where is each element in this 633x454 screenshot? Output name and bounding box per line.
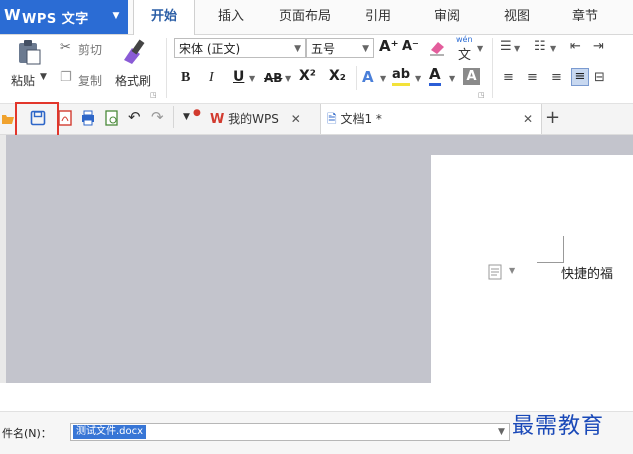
paintbrush-icon — [124, 39, 145, 64]
clipboard-icon — [19, 40, 41, 65]
chevron-down-icon[interactable]: ▼ — [477, 44, 483, 53]
pinyin-guide-label[interactable]: wén — [456, 35, 473, 44]
close-icon[interactable]: ✕ — [523, 104, 533, 134]
undo-icon[interactable]: ↶ — [128, 108, 141, 126]
tab-references[interactable]: 引用 — [356, 0, 400, 34]
chevron-down-icon[interactable]: ▼ — [249, 74, 255, 83]
bold-button[interactable]: B — [181, 70, 190, 86]
text-effect-button[interactable]: A — [362, 68, 374, 86]
chevron-down-icon[interactable]: ▼ — [509, 266, 515, 275]
chevron-down-icon[interactable]: ▼ — [380, 74, 386, 83]
chevron-down-icon[interactable]: ▼ — [550, 44, 556, 53]
wps-logo-icon: W — [4, 6, 21, 24]
filename-input[interactable]: 测试文件.docx — [70, 423, 510, 441]
align-right-icon[interactable]: ≡ — [551, 70, 562, 85]
distributed-align-icon[interactable]: ⊟ — [594, 70, 605, 85]
tab-chapter[interactable]: 章节 — [563, 0, 607, 34]
toolbar-divider — [173, 106, 174, 128]
bullet-list-icon[interactable]: ☰ — [500, 39, 512, 54]
eraser-icon — [430, 42, 444, 56]
tab-page-layout[interactable]: 页面布局 — [270, 0, 340, 34]
copy-icon: ❐ — [60, 70, 72, 85]
font-size-value: 五号 — [311, 42, 336, 56]
open-folder-icon[interactable] — [2, 112, 14, 124]
customize-toolbar-icon[interactable]: ▼ — [183, 112, 190, 122]
shrink-font-button[interactable]: A⁻ — [402, 39, 419, 54]
filename-label: 件名(N)： — [2, 427, 52, 440]
tab-start[interactable]: 开始 — [133, 0, 195, 35]
filename-selected-text: 测试文件.docx — [73, 425, 147, 439]
highlight-button[interactable]: ab — [392, 67, 411, 86]
doc-tab-label: 我的WPS — [228, 112, 279, 126]
pinyin-guide-icon[interactable]: 文 — [458, 44, 471, 63]
align-center-icon[interactable]: ≡ — [527, 70, 538, 85]
scissors-icon: ✂ — [60, 40, 71, 55]
paste-button[interactable] — [16, 38, 42, 66]
paste-dropdown-icon[interactable]: ▼ — [40, 72, 47, 82]
chevron-down-icon: ▼ — [294, 44, 301, 54]
watermark-logo: 最需教育 — [512, 414, 605, 439]
format-painter-button[interactable] — [118, 38, 148, 64]
redo-icon[interactable]: ↷ — [151, 108, 164, 126]
decrease-indent-icon[interactable]: ⇤ — [570, 39, 581, 54]
chevron-down-icon: ▼ — [362, 44, 369, 54]
font-size-select[interactable]: 五号 ▼ — [306, 38, 374, 58]
print-preview-icon[interactable] — [104, 110, 120, 126]
chevron-down-icon[interactable]: ▼ — [498, 427, 505, 437]
justify-icon[interactable]: ≡ — [571, 68, 589, 86]
export-pdf-icon[interactable] — [58, 110, 72, 126]
close-icon[interactable]: ✕ — [291, 112, 301, 126]
wps-w-icon: W — [210, 112, 225, 127]
tab-review[interactable]: 审阅 — [425, 0, 469, 34]
font-name-select[interactable]: 宋体 (正文) ▼ — [174, 38, 306, 58]
increase-indent-icon[interactable]: ⇥ — [593, 39, 604, 54]
tab-insert[interactable]: 插入 — [205, 0, 257, 34]
paste-label[interactable]: 粘贴 — [11, 72, 35, 89]
grow-font-button[interactable]: A⁺ — [379, 37, 399, 55]
superscript-button[interactable]: X² — [299, 68, 316, 84]
char-shading-button[interactable]: A — [463, 68, 480, 85]
print-icon[interactable] — [80, 110, 96, 126]
ribbon-divider — [166, 38, 167, 98]
paste-options-icon[interactable] — [488, 264, 502, 280]
cut-button[interactable]: 剪切 — [78, 41, 102, 58]
chevron-down-icon[interactable]: ▼ — [285, 74, 291, 83]
app-menu-button[interactable]: W WPS 文字 ▼ — [0, 0, 128, 34]
strikethrough-button[interactable]: AB — [264, 71, 282, 85]
ribbon-divider — [492, 38, 493, 98]
spacer — [0, 383, 633, 411]
doc-tab-label: 文档1 * — [340, 112, 382, 126]
copy-button[interactable]: 复制 — [78, 72, 102, 89]
tab-view[interactable]: 视图 — [495, 0, 539, 34]
document-icon: 🗎 — [327, 112, 337, 126]
new-tab-button[interactable]: + — [545, 107, 560, 128]
margin-marker — [537, 236, 564, 263]
doc-tab-document1[interactable]: 🗎 文档1 * ✕ — [320, 104, 542, 134]
font-color-button[interactable]: A — [429, 66, 441, 86]
numbered-list-icon[interactable]: ☷ — [534, 39, 546, 54]
format-painter-label[interactable]: 格式刷 — [115, 72, 151, 89]
italic-button[interactable]: I — [209, 70, 214, 86]
clipboard-group-expand-icon[interactable]: ◳ — [150, 91, 157, 99]
chevron-down-icon[interactable]: ▼ — [449, 74, 455, 83]
red-dot-icon: ● — [193, 108, 201, 118]
document-text[interactable]: 快捷的福 — [561, 263, 613, 282]
doc-tab-my-wps[interactable]: W 我的WPS ✕ — [210, 104, 315, 134]
chevron-down-icon[interactable]: ▼ — [415, 74, 421, 83]
underline-button[interactable]: U — [233, 69, 244, 85]
clear-format-button[interactable] — [428, 38, 446, 56]
subscript-button[interactable]: X₂ — [329, 68, 346, 84]
app-menu-dropdown-icon[interactable]: ▼ — [108, 6, 124, 26]
chevron-down-icon[interactable]: ▼ — [514, 44, 520, 53]
app-name: WPS 文字 — [22, 12, 89, 27]
ribbon-divider — [356, 66, 357, 90]
font-name-value: 宋体 (正文) — [179, 42, 241, 56]
font-group-expand-icon[interactable]: ◳ — [478, 91, 485, 99]
align-left-icon[interactable]: ≡ — [503, 70, 514, 85]
